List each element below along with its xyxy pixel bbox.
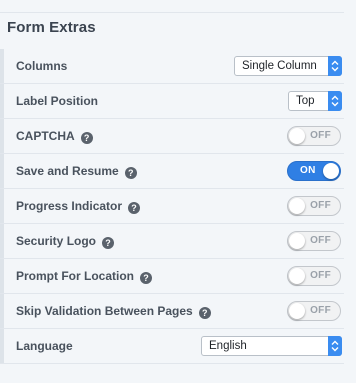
row-language: Language English	[0, 329, 344, 364]
skip-validation-toggle-state: OFF	[310, 305, 331, 316]
skip-validation-toggle[interactable]: OFF	[287, 301, 341, 321]
help-icon[interactable]: ?	[102, 237, 115, 249]
help-icon[interactable]: ?	[128, 202, 141, 214]
prompt-location-label: Prompt For Location?	[16, 259, 152, 293]
row-progress-indicator: Progress Indicator? OFF	[0, 189, 344, 224]
toggle-knob	[289, 128, 305, 144]
toggle-knob	[289, 303, 305, 319]
row-accent	[0, 189, 4, 223]
columns-select[interactable]: Single Column	[234, 56, 342, 76]
row-accent	[0, 49, 4, 83]
save-resume-toggle-state: ON	[300, 165, 316, 176]
row-skip-validation: Skip Validation Between Pages? OFF	[0, 294, 344, 329]
prompt-location-label-text: Prompt For Location	[16, 269, 134, 283]
row-label-position: Label Position Top	[0, 84, 344, 119]
captcha-toggle[interactable]: OFF	[287, 126, 341, 146]
skip-validation-label-text: Skip Validation Between Pages	[16, 304, 193, 318]
prompt-location-toggle[interactable]: OFF	[287, 266, 341, 286]
language-select-value: English	[209, 340, 247, 352]
label-position-select-value: Top	[296, 95, 315, 107]
row-columns: Columns Single Column	[0, 49, 344, 84]
row-accent	[0, 329, 4, 363]
up-down-chevron-icon	[328, 56, 342, 76]
save-resume-label: Save and Resume?	[16, 154, 137, 188]
columns-select-value: Single Column	[242, 60, 317, 72]
row-accent	[0, 119, 4, 153]
progress-label-text: Progress Indicator	[16, 199, 123, 213]
save-resume-label-text: Save and Resume	[16, 164, 119, 178]
progress-toggle-state: OFF	[310, 200, 331, 211]
captcha-label: CAPTCHA?	[16, 119, 93, 153]
toggle-knob	[323, 163, 339, 179]
help-icon[interactable]: ?	[80, 132, 93, 144]
up-down-chevron-icon	[328, 336, 342, 356]
row-captcha: CAPTCHA? OFF	[0, 119, 344, 154]
row-prompt-for-location: Prompt For Location? OFF	[0, 259, 344, 294]
row-accent	[0, 84, 4, 118]
label-position-label: Label Position	[16, 94, 99, 108]
row-accent	[0, 224, 4, 258]
row-accent	[0, 154, 4, 188]
row-save-and-resume: Save and Resume? ON	[0, 154, 344, 189]
form-extras-list: Columns Single Column Label Position Top…	[0, 49, 344, 364]
language-select[interactable]: English	[201, 336, 342, 356]
prompt-location-toggle-state: OFF	[310, 270, 331, 281]
captcha-label-text: CAPTCHA	[16, 129, 75, 143]
security-logo-label: Security Logo?	[16, 224, 115, 258]
columns-label: Columns	[16, 59, 68, 73]
language-label: Language	[16, 339, 73, 353]
row-accent	[0, 294, 4, 328]
row-security-logo: Security Logo? OFF	[0, 224, 344, 259]
skip-validation-label: Skip Validation Between Pages?	[16, 294, 211, 328]
progress-label: Progress Indicator?	[16, 189, 141, 223]
row-accent	[0, 259, 4, 293]
up-down-chevron-icon	[328, 91, 342, 111]
section-title: Form Extras	[7, 19, 96, 36]
progress-toggle[interactable]: OFF	[287, 196, 341, 216]
help-icon[interactable]: ?	[198, 307, 211, 319]
label-position-select[interactable]: Top	[288, 91, 342, 111]
help-icon[interactable]: ?	[124, 167, 137, 179]
help-icon[interactable]: ?	[140, 272, 152, 284]
security-logo-toggle[interactable]: OFF	[287, 231, 341, 251]
security-logo-label-text: Security Logo	[16, 234, 97, 248]
security-logo-toggle-state: OFF	[310, 235, 331, 246]
save-resume-toggle[interactable]: ON	[287, 161, 341, 181]
toggle-knob	[289, 268, 305, 284]
toggle-knob	[289, 233, 305, 249]
top-divider	[0, 12, 344, 13]
toggle-knob	[289, 198, 305, 214]
captcha-toggle-state: OFF	[310, 130, 331, 141]
